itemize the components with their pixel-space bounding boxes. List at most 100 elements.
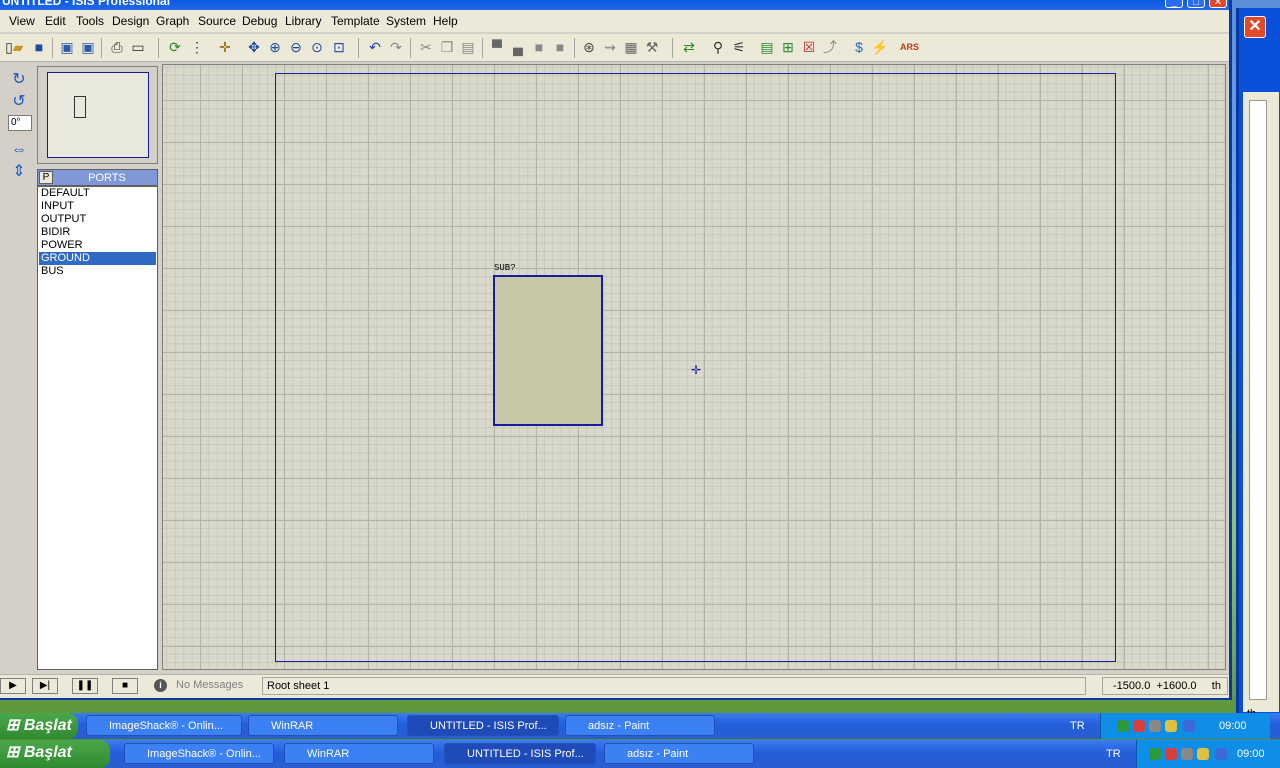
packaging-icon[interactable]: ▦	[622, 38, 640, 56]
mirror-horizontal-icon[interactable]: ⇔	[8, 140, 30, 160]
clock[interactable]: 09:00	[1219, 713, 1247, 739]
undo-icon[interactable]: ↶	[366, 38, 384, 56]
cut-icon[interactable]: ✂	[417, 38, 435, 56]
start-button[interactable]: ⊞ Başlat	[0, 740, 110, 768]
background-window-close-button[interactable]: ✕	[1244, 16, 1266, 38]
task-paint[interactable]: adsız - Paint	[565, 715, 715, 736]
volume-icon[interactable]	[1197, 748, 1209, 760]
subcircuit-block[interactable]	[493, 275, 603, 426]
refresh-icon[interactable]: ⟳	[166, 38, 184, 56]
port-item-bus[interactable]: BUS	[39, 265, 156, 278]
port-item-output[interactable]: OUTPUT	[39, 213, 156, 226]
task-isis[interactable]: UNTITLED - ISIS Prof...	[407, 715, 559, 736]
port-item-power[interactable]: POWER	[39, 239, 156, 252]
origin-icon[interactable]: ✛	[216, 38, 234, 56]
task-isis[interactable]: UNTITLED - ISIS Prof...	[444, 743, 596, 764]
menu-template[interactable]: Template	[329, 13, 382, 29]
port-item-bidir[interactable]: BIDIR	[39, 226, 156, 239]
export-icon[interactable]: ▣	[79, 38, 97, 56]
save-icon[interactable]: ■	[30, 38, 48, 56]
menu-system[interactable]: System	[384, 13, 428, 29]
start-button[interactable]: ⊞ Başlat	[0, 713, 78, 739]
zoom-in-icon[interactable]: ⊕	[266, 38, 284, 56]
menu-tools[interactable]: Tools	[74, 13, 106, 29]
new-sheet-icon[interactable]: ▤	[758, 38, 776, 56]
task-imageshack[interactable]: ImageShack® - Onlin...	[124, 743, 274, 764]
remove-sheet-icon[interactable]: ☒	[800, 38, 818, 56]
ares-icon[interactable]: ARS	[900, 38, 919, 56]
background-window-scrollbar[interactable]	[1249, 100, 1267, 700]
step-button[interactable]: ▶|	[32, 678, 58, 694]
search-tag-icon[interactable]: ⚲	[709, 38, 727, 56]
menu-library[interactable]: Library	[283, 13, 324, 29]
electrical-check-icon[interactable]: ⚡	[871, 38, 889, 56]
grid-icon[interactable]: ⋮	[188, 38, 206, 56]
title-bar[interactable]: UNTITLED - ISIS Professional _ □ ✕	[0, 0, 1229, 10]
exit-parent-icon[interactable]: ⤴	[821, 38, 839, 56]
menu-design[interactable]: Design	[110, 13, 151, 29]
menu-source[interactable]: Source	[196, 13, 238, 29]
pick-device-icon[interactable]: ⊛	[580, 38, 598, 56]
zoom-area-icon[interactable]: ⊡	[330, 38, 348, 56]
property-tool-icon[interactable]: ⚟	[730, 38, 748, 56]
make-device-icon[interactable]: ⇝	[601, 38, 619, 56]
block-delete-icon[interactable]: ■	[551, 38, 569, 56]
print-icon[interactable]: ⎙	[108, 38, 126, 56]
display-icon[interactable]	[1215, 748, 1227, 760]
clock[interactable]: 09:00	[1237, 741, 1265, 767]
open-folder-icon[interactable]: ▰	[9, 38, 27, 56]
schematic-canvas[interactable]: SUB? ✛	[162, 64, 1226, 670]
language-indicator[interactable]: TR	[1106, 741, 1121, 767]
block-rotate-icon[interactable]: ■	[530, 38, 548, 56]
bill-of-materials-icon[interactable]: $	[850, 38, 868, 56]
language-indicator[interactable]: TR	[1070, 713, 1085, 739]
task-winrar[interactable]: WinRAR	[284, 743, 434, 764]
pause-button[interactable]: ❚❚	[72, 678, 98, 694]
port-item-input[interactable]: INPUT	[39, 200, 156, 213]
block-move-icon[interactable]: ▄	[509, 38, 527, 56]
minimize-button[interactable]: _	[1165, 0, 1183, 8]
port-item-ground[interactable]: GROUND	[39, 252, 156, 265]
play-button[interactable]: ▶	[0, 678, 26, 694]
tray-app-icon[interactable]	[1181, 748, 1193, 760]
menu-help[interactable]: Help	[431, 13, 460, 29]
decompose-icon[interactable]: ⚒	[643, 38, 661, 56]
pan-icon[interactable]: ✥	[245, 38, 263, 56]
maximize-button[interactable]: □	[1187, 0, 1205, 8]
zoom-out-icon[interactable]: ⊖	[287, 38, 305, 56]
rotate-anticlockwise-icon[interactable]: ↺	[8, 92, 30, 112]
port-item-default[interactable]: DEFAULT	[39, 187, 156, 200]
antivirus-icon[interactable]	[1165, 748, 1177, 760]
menu-debug[interactable]: Debug	[240, 13, 279, 29]
network-icon[interactable]	[1149, 748, 1161, 760]
task-imageshack[interactable]: ImageShack® - Onlin...	[86, 715, 242, 736]
copy-icon[interactable]: ❐	[438, 38, 456, 56]
close-button[interactable]: ✕	[1209, 0, 1227, 8]
add-sheet-icon[interactable]: ⊞	[779, 38, 797, 56]
display-icon[interactable]	[1183, 720, 1195, 732]
print-area-icon[interactable]: ▭	[129, 38, 147, 56]
mirror-vertical-icon[interactable]: ⇕	[8, 162, 30, 182]
network-icon[interactable]	[1117, 720, 1129, 732]
menu-graph[interactable]: Graph	[154, 13, 191, 29]
zoom-all-icon[interactable]: ⊙	[308, 38, 326, 56]
tray-app-icon[interactable]	[1149, 720, 1161, 732]
rotate-clockwise-icon[interactable]: ↻	[8, 70, 30, 90]
task-paint[interactable]: adsız - Paint	[604, 743, 754, 764]
menu-view[interactable]: View	[7, 13, 37, 29]
menu-edit[interactable]: Edit	[43, 13, 68, 29]
antivirus-icon[interactable]	[1133, 720, 1145, 732]
wire-autorouter-icon[interactable]: ⇄	[680, 38, 698, 56]
paste-icon[interactable]: ▤	[459, 38, 477, 56]
volume-icon[interactable]	[1165, 720, 1177, 732]
block-copy-icon[interactable]: ▀	[488, 38, 506, 56]
rotation-angle-field[interactable]: 0°	[8, 115, 32, 131]
stop-button[interactable]: ■	[112, 678, 138, 694]
redo-icon[interactable]: ↷	[387, 38, 405, 56]
task-winrar[interactable]: WinRAR	[248, 715, 398, 736]
background-window[interactable]: ✕ th	[1236, 8, 1280, 720]
messages-status[interactable]: No Messages	[176, 679, 243, 691]
pick-button[interactable]: P	[39, 171, 53, 184]
import-icon[interactable]: ▣	[58, 38, 76, 56]
overview-window[interactable]	[37, 66, 158, 164]
